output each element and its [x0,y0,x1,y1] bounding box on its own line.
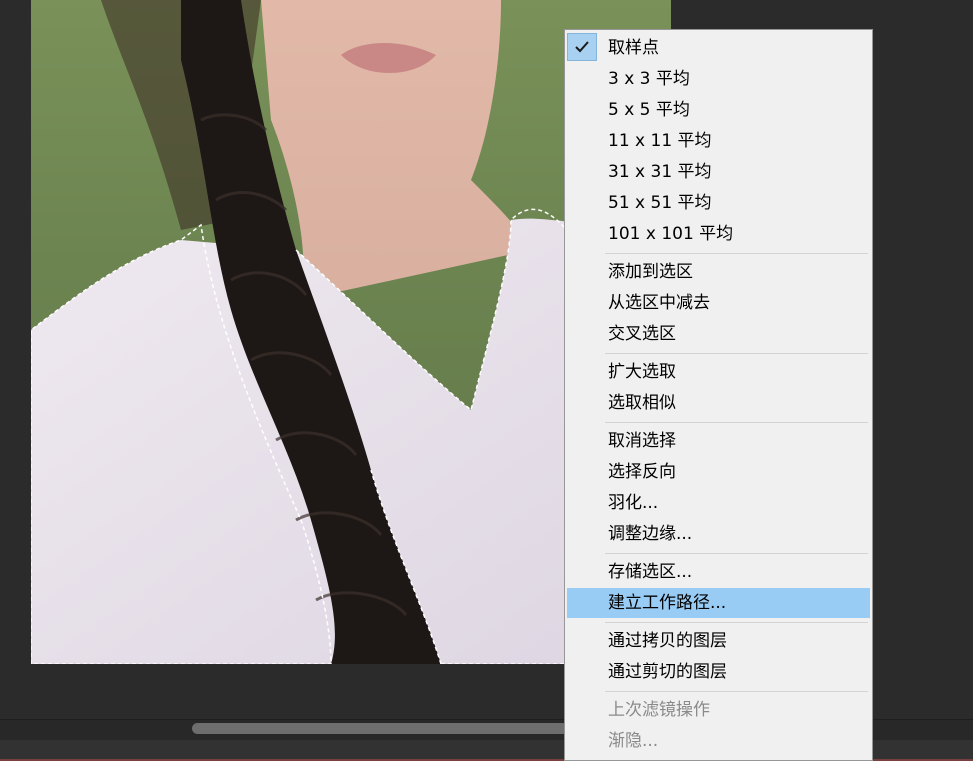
menu-item-intersect-selection[interactable]: 交叉选区 [567,319,870,349]
menu-item-label: 取样点 [608,38,659,58]
menu-item-refine-edge[interactable]: 调整边缘... [567,519,870,549]
menu-item-101x101-average[interactable]: 101 x 101 平均 [567,219,870,249]
menu-item-label: 101 x 101 平均 [608,224,734,244]
menu-separator [605,553,868,554]
menu-item-label: 交叉选区 [608,324,676,344]
menu-item-fade[interactable]: 渐隐... [567,726,870,756]
menu-item-label: 选择反向 [608,462,676,482]
menu-separator [605,253,868,254]
menu-separator [605,622,868,623]
menu-item-label: 31 x 31 平均 [608,162,712,182]
menu-item-make-work-path[interactable]: 建立工作路径... [567,588,870,618]
menu-item-label: 从选区中减去 [608,293,710,313]
menu-item-label: 羽化... [608,493,659,513]
menu-item-similar[interactable]: 选取相似 [567,388,870,418]
menu-item-add-to-selection[interactable]: 添加到选区 [567,257,870,287]
menu-item-51x51-average[interactable]: 51 x 51 平均 [567,188,870,218]
menu-item-label: 51 x 51 平均 [608,193,712,213]
menu-item-select-inverse[interactable]: 选择反向 [567,457,870,487]
menu-item-label: 添加到选区 [608,262,693,282]
menu-item-label: 5 x 5 平均 [608,100,690,120]
menu-separator [605,353,868,354]
menu-item-label: 通过剪切的图层 [608,662,727,682]
menu-item-last-filter[interactable]: 上次滤镜操作 [567,695,870,725]
horizontal-scrollbar-thumb[interactable] [192,723,568,734]
menu-item-label: 通过拷贝的图层 [608,631,727,651]
menu-item-sample-point[interactable]: 取样点 [567,33,870,63]
menu-item-label: 调整边缘... [608,524,693,544]
menu-item-label: 取消选择 [608,431,676,451]
menu-item-layer-via-copy[interactable]: 通过拷贝的图层 [567,626,870,656]
menu-item-label: 上次滤镜操作 [608,700,710,720]
menu-item-feather[interactable]: 羽化... [567,488,870,518]
menu-item-label: 选取相似 [608,393,676,413]
menu-item-save-selection[interactable]: 存储选区... [567,557,870,587]
menu-item-label: 存储选区... [608,562,693,582]
menu-item-label: 11 x 11 平均 [608,131,712,151]
menu-item-5x5-average[interactable]: 5 x 5 平均 [567,95,870,125]
menu-item-grow[interactable]: 扩大选取 [567,357,870,387]
menu-item-11x11-average[interactable]: 11 x 11 平均 [567,126,870,156]
menu-item-layer-via-cut[interactable]: 通过剪切的图层 [567,657,870,687]
menu-item-deselect[interactable]: 取消选择 [567,426,870,456]
menu-separator [605,691,868,692]
context-menu: 取样点 3 x 3 平均 5 x 5 平均 11 x 11 平均 31 x 31… [564,29,873,761]
menu-item-3x3-average[interactable]: 3 x 3 平均 [567,64,870,94]
menu-item-label: 3 x 3 平均 [608,69,690,89]
menu-item-label: 渐隐... [608,731,659,751]
menu-item-subtract-from-selection[interactable]: 从选区中减去 [567,288,870,318]
menu-separator [605,422,868,423]
menu-item-31x31-average[interactable]: 31 x 31 平均 [567,157,870,187]
menu-item-label: 建立工作路径... [608,593,727,613]
menu-item-label: 扩大选取 [608,362,676,382]
